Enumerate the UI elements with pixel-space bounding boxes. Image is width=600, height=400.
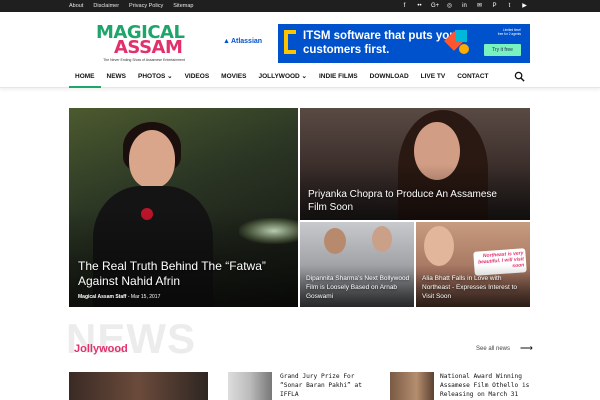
ad-illustration xyxy=(444,30,471,56)
ad-brand-panel: Atlassian xyxy=(215,24,278,63)
nav-item-home[interactable]: HOME xyxy=(69,66,101,88)
site-logo[interactable]: MAGICAL ASSAM The Never Ending Show of A… xyxy=(84,24,204,66)
section-title[interactable]: Jollywood xyxy=(74,343,128,355)
search-icon[interactable] xyxy=(514,71,525,82)
ad-fine-print: Limited time! free for 2 agents xyxy=(497,28,521,36)
article-title-2[interactable]: National Award Winning Assamese Film Oth… xyxy=(440,372,540,399)
top-links: About Disclaimer Privacy Policy Sitemap xyxy=(69,2,193,10)
featured-main-title[interactable]: The Real Truth Behind The “Fatwa” Agains… xyxy=(78,259,278,289)
top-link-privacy-policy[interactable]: Privacy Policy xyxy=(129,2,163,10)
featured-bottom-right-tile[interactable]: Northeast is very beautiful. I will visi… xyxy=(416,222,530,307)
nav-item-contact[interactable]: CONTACT xyxy=(451,66,494,88)
nav-item-jollywood[interactable]: JOLLYWOOD ⌄ xyxy=(252,66,313,88)
nav-item-news[interactable]: NEWS xyxy=(101,66,133,88)
nav-item-movies[interactable]: MOVIES xyxy=(215,66,252,88)
mail-icon[interactable]: ✉ xyxy=(476,2,483,10)
pinterest-icon[interactable]: P xyxy=(491,2,498,10)
photo-face xyxy=(129,130,175,188)
nav-item-videos[interactable]: VIDEOS xyxy=(179,66,216,88)
ad-try-free-button[interactable]: Try it free xyxy=(484,44,521,56)
nav-item-live-tv[interactable]: LIVE TV xyxy=(415,66,452,88)
article-thumbnail-2[interactable] xyxy=(390,372,434,400)
google-plus-icon[interactable]: G+ xyxy=(431,2,439,10)
featured-top-right-title[interactable]: Priyanka Chopra to Produce An Assamese F… xyxy=(308,188,508,214)
featured-top-right-tile[interactable]: Priyanka Chopra to Produce An Assamese F… xyxy=(300,108,530,220)
youtube-icon[interactable]: ▶ xyxy=(521,2,528,10)
featured-bottom-left-title[interactable]: Dipannita Sharma’s Next Bollywood Film i… xyxy=(306,274,410,301)
top-link-disclaimer[interactable]: Disclaimer xyxy=(93,2,119,10)
facebook-icon[interactable]: f xyxy=(401,2,408,10)
featured-bottom-right-title[interactable]: Alia Bhatt Falls in Love with Northeast … xyxy=(422,274,526,301)
arrow-right-icon[interactable]: ⟶ xyxy=(520,344,533,353)
post-date: - Mar 15, 2017 xyxy=(127,294,161,300)
top-link-sitemap[interactable]: Sitemap xyxy=(173,2,193,10)
featured-bottom-left-tile[interactable]: Dipannita Sharma’s Next Bollywood Film i… xyxy=(300,222,414,307)
logo-tagline: The Never Ending Show of Assamese Entert… xyxy=(103,58,185,62)
article-thumbnail-1[interactable] xyxy=(228,372,272,400)
top-bar: About Disclaimer Privacy Policy Sitemap … xyxy=(0,0,600,12)
twitter-icon[interactable]: t xyxy=(506,2,513,10)
see-all-news-link[interactable]: See all news xyxy=(476,346,510,352)
logo-line-2: ASSAM xyxy=(114,37,183,58)
flickr-icon[interactable]: •• xyxy=(416,2,423,10)
social-icons: f •• G+ ◎ in ✉ P t ▶ xyxy=(401,2,528,10)
main-nav: HOME NEWS PHOTOS ⌄ VIDEOS MOVIES JOLLYWO… xyxy=(0,66,600,88)
ad-bracket-shape xyxy=(284,30,296,54)
nav-item-download[interactable]: DOWNLOAD xyxy=(364,66,415,88)
article-thumbnail-main[interactable] xyxy=(69,372,208,400)
linkedin-icon[interactable]: in xyxy=(461,2,468,10)
article-title-1[interactable]: Grand Jury Prize For “Sonar Baran Pakhi”… xyxy=(280,372,380,399)
nav-item-indie-films[interactable]: INDIE FILMS xyxy=(313,66,364,88)
atlassian-logo: Atlassian xyxy=(223,38,262,45)
featured-main-tile[interactable]: The Real Truth Behind The “Fatwa” Agains… xyxy=(69,108,298,307)
top-link-about[interactable]: About xyxy=(69,2,83,10)
author-name[interactable]: Magical Assam Staff xyxy=(78,294,126,300)
ad-banner[interactable]: Atlassian ITSM software that puts your c… xyxy=(215,24,530,63)
featured-main-meta: Magical Assam Staff - Mar 15, 2017 xyxy=(78,294,160,300)
instagram-icon[interactable]: ◎ xyxy=(446,2,453,10)
nav-item-photos[interactable]: PHOTOS ⌄ xyxy=(132,66,179,88)
